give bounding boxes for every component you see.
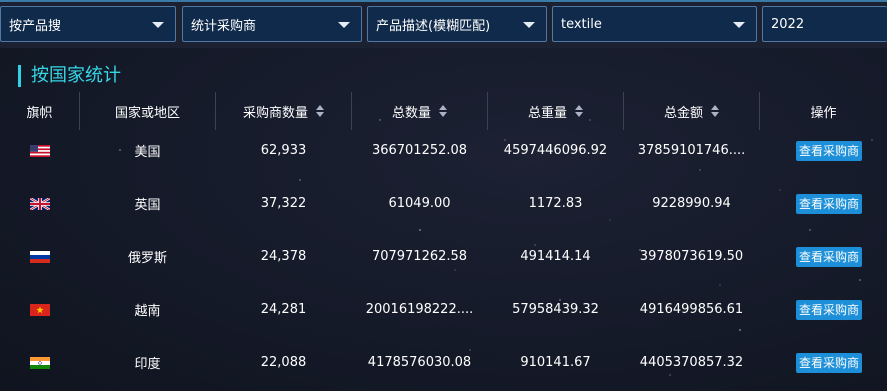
total-weight: 910141.67	[520, 355, 591, 370]
buyer-count: 37,322	[260, 196, 307, 211]
chevron-down-icon	[523, 22, 535, 28]
total-amount: 37859101746....	[637, 143, 746, 158]
country-name: 英国	[134, 198, 161, 213]
table-row: 美国 62,933 366701252.08 4597446096.92 378…	[0, 124, 887, 177]
total-weight: 1172.83	[528, 196, 583, 211]
match-mode-value: 产品描述(模糊匹配)	[376, 18, 491, 34]
section-title: 按国家统计	[18, 65, 121, 87]
country-name: 印度	[134, 357, 161, 372]
sort-icon[interactable]	[575, 105, 583, 117]
total-weight: 491414.14	[520, 249, 591, 264]
buyer-count: 24,378	[260, 249, 307, 264]
country-name: 越南	[134, 304, 161, 319]
total-quantity: 61049.00	[388, 196, 451, 211]
total-amount: 9228990.94	[652, 196, 731, 211]
buyer-count: 24,281	[260, 302, 307, 317]
table-row: 越南 24,281 20016198222.... 57958439.32 49…	[0, 283, 887, 336]
total-quantity: 4178576030.08	[367, 355, 472, 370]
search-mode-select[interactable]: 按产品搜	[0, 6, 176, 42]
chevron-down-icon	[152, 22, 164, 28]
total-amount: 4916499856.61	[639, 302, 744, 317]
total-quantity: 20016198222....	[365, 302, 474, 317]
top-accent-line	[0, 0, 887, 2]
total-weight: 57958439.32	[512, 302, 599, 317]
chevron-down-icon	[338, 22, 350, 28]
sort-icon[interactable]	[439, 105, 447, 117]
table-row: 印度 22,088 4178576030.08 910141.67 440537…	[0, 336, 887, 389]
total-amount: 4405370857.32	[639, 355, 744, 370]
year-value: 2022	[771, 16, 805, 32]
sort-icon[interactable]	[711, 105, 719, 117]
chevron-down-icon	[733, 22, 745, 28]
search-mode-value: 按产品搜	[9, 18, 62, 34]
total-weight: 4597446096.92	[503, 143, 608, 158]
country-name: 美国	[134, 145, 161, 160]
stat-type-select[interactable]: 统计采购商	[182, 6, 362, 42]
match-mode-select[interactable]: 产品描述(模糊匹配)	[367, 6, 547, 42]
view-buyers-button[interactable]: 查看采购商	[795, 246, 862, 267]
sort-icon[interactable]	[316, 105, 324, 117]
year-select[interactable]: 2022	[762, 6, 887, 42]
flag-russia-icon	[29, 250, 50, 263]
total-amount: 3978073619.50	[639, 249, 744, 264]
stat-type-value: 统计采购商	[191, 18, 257, 34]
table-row: 俄罗斯 24,378 707971262.58 491414.14 397807…	[0, 230, 887, 283]
flag-uk-icon	[29, 197, 50, 210]
view-buyers-button[interactable]: 查看采购商	[795, 140, 862, 161]
buyer-count: 62,933	[260, 143, 307, 158]
flag-india-icon	[29, 356, 50, 369]
table-row: 英国 37,322 61049.00 1172.83 9228990.94 查看…	[0, 177, 887, 230]
flag-vietnam-icon	[29, 303, 50, 316]
buyer-count: 22,088	[260, 355, 307, 370]
keyword-select[interactable]: textile	[552, 6, 757, 42]
view-buyers-button[interactable]: 查看采购商	[795, 193, 862, 214]
view-buyers-button[interactable]: 查看采购商	[795, 352, 862, 373]
country-name: 俄罗斯	[127, 251, 167, 266]
total-quantity: 707971262.58	[371, 249, 468, 264]
flag-usa-icon	[29, 144, 50, 157]
view-buyers-button[interactable]: 查看采购商	[795, 299, 862, 320]
keyword-value: textile	[561, 16, 602, 32]
total-quantity: 366701252.08	[371, 143, 468, 158]
